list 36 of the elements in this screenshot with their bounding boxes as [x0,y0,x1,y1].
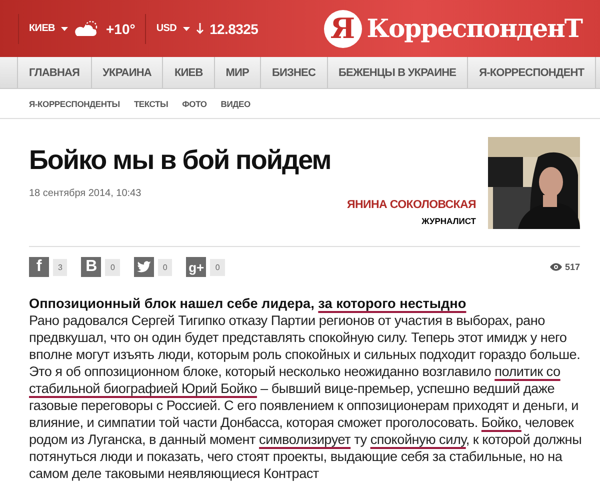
twitter-button[interactable] [134,257,154,277]
article-title: Бойко мы в бой пойдем [29,145,332,176]
subnav-link[interactable]: ТЕКСТЫ [134,98,168,108]
city-selector[interactable]: КИЕВ [29,23,55,34]
author-name[interactable]: ЯНИНА СОКОЛОВСКАЯ [347,199,476,211]
caret-icon[interactable] [182,26,190,30]
exchange-rate: 12.8325 [210,20,258,36]
facebook-button[interactable]: f [29,257,49,277]
temperature: +10° [106,20,136,36]
view-count: 517 [564,262,580,272]
caret-icon[interactable] [60,26,68,30]
currency-selector[interactable]: USD [156,23,177,34]
eye-icon [550,263,562,271]
nav-tab[interactable]: БЕЖЕНЦЫ В УКРАИНЕ [326,57,468,88]
subnav-link[interactable]: ФОТО [182,98,207,108]
weather-icon [74,20,100,38]
share-count: 0 [158,258,172,276]
subnav-link[interactable]: Я-КОРРЕСПОНДЕНТЫ [29,98,120,108]
article-body: Рано радовался Сергей Тигипко отказу Партии регионов от участия в выборах, рано предвкушал, что он один будет представлять спокойную силу. Теперь этот имидж у него вполне могут изъять люди, которым роль спокойных и сильных подходит гораздо больше. Это я об оппозиционном блоке, который несколько неожиданно возглавило политик со стабильной биографией Юрий Бойко – бывший вице-премьер, успешно ведший даже газовые переговоры с Россией. С его появлением к оппозиционерам приходят и деньги, и влияние, и симпатии той части Донбасса, которая сможет проголосовать. Бойко, человек родом из Луганска, в данный момент символизирует ту спокойную силу, к которой должны потянуться люди и показать, чего стоят проекты, выдающие себя за стабильные, но на самом деле таковыми неявляющиеся Контраст [29,312,583,482]
google-plus-button[interactable]: g+ [186,257,206,277]
article-lead: Оппозиционный блок нашел себе лидера, за которого нестыдно [29,295,468,312]
share-count: 0 [210,258,225,276]
site-logo[interactable]: Я КорреспонденТ [324,10,582,48]
nav-tab[interactable]: Я-КОРРЕСПОНДЕНТ [467,57,596,88]
share-count: 3 [53,258,68,276]
nav-tab[interactable]: ГЛАВНАЯ [17,57,91,88]
nav-tab[interactable]: УКРАИНА [90,57,162,88]
publish-date: 18 сентября 2014, 10:43 [29,188,142,199]
nav-tab[interactable]: КИЕВ [162,57,214,88]
vk-button[interactable]: B [81,257,102,277]
down-arrow-icon [196,23,204,34]
nav-tab[interactable]: БИЗНЕС [260,57,326,88]
share-count: 0 [105,258,120,276]
author-role: ЖУРНАЛИСТ [422,216,476,226]
nav-tab[interactable]: МИР [214,57,260,88]
subnav-link[interactable]: ВИДЕО [220,98,250,108]
